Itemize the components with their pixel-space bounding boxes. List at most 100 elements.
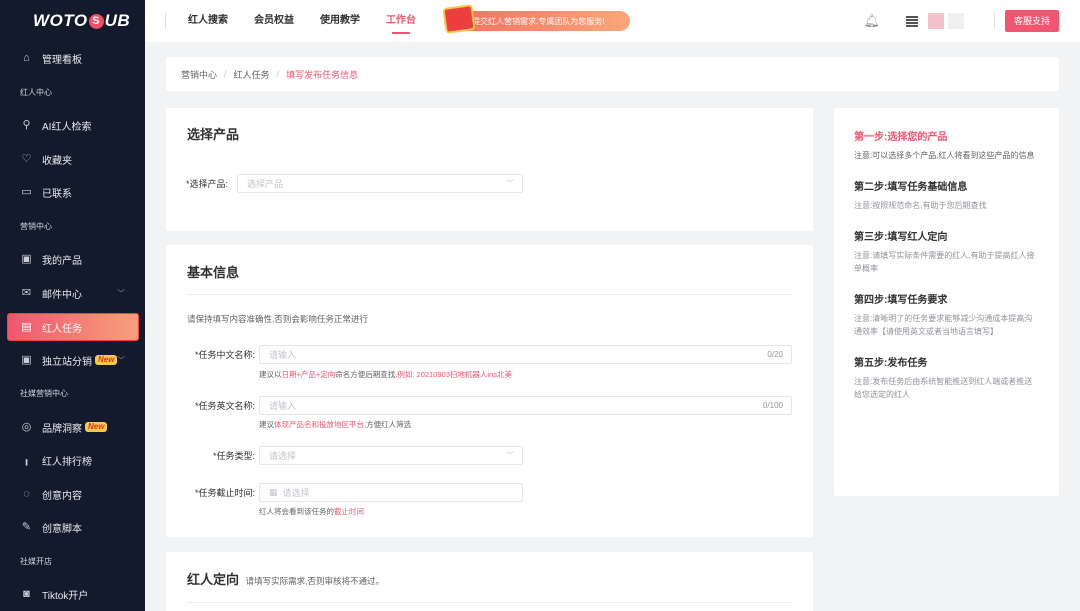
chevron-down-icon: ﹀ [117, 288, 125, 298]
sidebar-item-label: Tiktok开户 [42, 591, 89, 603]
home-icon: ⌂ [23, 52, 30, 65]
promo-banner[interactable]: 提交红人营销需求,专属团队为您服务! [442, 4, 630, 34]
sidebar-item-product[interactable]: ▣ 我的产品 [0, 243, 145, 277]
targeting-title: 红人定向 [187, 572, 240, 587]
cn-name-char-count: 0/20 [767, 350, 783, 359]
task-type-row: *任务类型: [166, 446, 259, 465]
select-product-label: *选择产品: [185, 179, 228, 189]
top-nav: 红人搜索 会员权益 使用教学 工作台 [188, 0, 442, 42]
logo-text-right: UB [104, 11, 131, 30]
cn-name-hint: 建议以日期+产品+定向命名方便后期查找,例如: 20210903扫地机器人ins… [259, 370, 512, 379]
task-type-placeholder: 请选择 [269, 451, 297, 461]
sidebar: WOTO S UB ⌂ 管理看板 红人中心 ⚲ AI红人检索 ♡ 收藏夹 ▭ 已联系 营销中心 ▣ 我的产… [0, 0, 145, 611]
sidebar-item-label: 已联系 [42, 189, 72, 201]
task-type-select[interactable]: 请选择 ﹀ [259, 446, 523, 465]
store-icon: ▣ [21, 353, 32, 366]
chevron-down-icon: ﹀ [117, 355, 125, 365]
sidebar-item-label: AI红人检索 [42, 122, 92, 134]
cn-name-placeholder: 请输入 [269, 350, 297, 360]
pen-icon: ✎ [21, 521, 32, 534]
deadline-label: *任务截止时间: [194, 488, 255, 498]
nav-item[interactable]: 使用教学 [320, 0, 360, 42]
breadcrumb-item-influencer-tasks[interactable]: 红人任务 [234, 68, 270, 81]
sidebar-item-task[interactable]: ▤ 红人任务 [0, 310, 145, 344]
logo-text-left: WOTO [33, 11, 88, 30]
sidebar-item-heart[interactable]: ♡ 收藏夹 [0, 143, 145, 177]
sidebar-item-label: 收藏夹 [42, 155, 72, 167]
username-placeholder[interactable] [947, 13, 964, 29]
step-note: 注意:请填写实际条件需要的红人,有助于提高红人接单概率 [854, 251, 1035, 273]
bell-icon[interactable]: 🔔︎ [863, 13, 880, 29]
avatar[interactable] [927, 13, 944, 29]
product-icon: ▣ [21, 253, 32, 266]
nav-item[interactable]: 会员权益 [254, 0, 294, 42]
select-product-title: 选择产品 [187, 127, 240, 142]
en-name-input[interactable]: 请输入 0/100 [259, 396, 792, 415]
cn-name-input[interactable]: 请输入 0/20 [259, 345, 792, 364]
deadline-placeholder: 请选择 [282, 488, 310, 498]
customer-support-button[interactable]: 客服支持 [1004, 10, 1059, 32]
topbar-divider [165, 13, 166, 29]
task-icon: ▤ [21, 320, 32, 333]
logo-mark: S [88, 13, 104, 29]
nav-item[interactable]: 红人搜索 [188, 0, 228, 42]
sidebar-item-mail[interactable]: ✉ 邮件中心 ﹀ [0, 277, 145, 311]
deadline-hint: 红人将会看到该任务的截止时间 [259, 507, 364, 516]
heart-icon: ♡ [21, 152, 32, 165]
breadcrumb-separator: / [224, 69, 227, 79]
basic-info-card: 基本信息 请保持填写内容准确性,否则会影响任务正常进行 *任务中文名称: 请输入… [166, 245, 813, 537]
breadcrumb-item-marketing-center[interactable]: 营销中心 [181, 68, 217, 81]
select-product-row: *选择产品: [166, 174, 232, 193]
logo[interactable]: WOTO S UB [0, 0, 145, 42]
sidebar-item-home[interactable]: ⌂ 管理看板 [0, 42, 145, 76]
sidebar-item-label: 创意内容 [42, 490, 82, 502]
en-name-hint: 建议体现产品名和投放地区平台,方便红人筛选 [259, 420, 412, 429]
select-product-dropdown[interactable]: 选择产品 ﹀ [237, 174, 523, 193]
insight-icon: ◎ [21, 420, 32, 433]
step-note: 注意:清晰明了的任务要求能够减少沟通成本提高沟通效率【请使用英文或者当地语言填写… [854, 314, 1033, 336]
sidebar-item-user-search[interactable]: ⚲ AI红人检索 [0, 109, 145, 143]
deadline-row: *任务截止时间: [166, 483, 259, 502]
sidebar-item-palette[interactable]: ◌ 创意内容 [0, 478, 145, 512]
breadcrumb-item-current: 填写发布任务信息 [286, 69, 359, 80]
sidebar-item-tiktok[interactable]: ◙ Tiktok开户 [0, 578, 145, 611]
step-note: 注意:按照规范命名,有助于您后期查找 [854, 201, 987, 210]
step-note: 注意:发布任务后由系统智能推送到红人端或者推送给您选定的红人 [854, 377, 1033, 399]
chat-icon: ▭ [21, 186, 32, 199]
sidebar-item-store[interactable]: ▣ 独立站分销 New ﹀ [0, 344, 145, 378]
new-badge: New [85, 422, 108, 433]
sidebar-item-label: 管理看板 [42, 55, 82, 67]
deadline-date-picker[interactable]: ▦ 请选择 [259, 483, 523, 502]
step-note: 注意:可以选择多个产品,红人将看到这些产品的信息 [854, 151, 1035, 160]
step-title: 第五步:发布任务 [854, 358, 928, 369]
en-name-char-count: 0/100 [762, 401, 783, 410]
targeting-title-row: 红人定向 请填写实际需求,否则审核将不通过。 [187, 569, 384, 588]
chevron-down-icon: ﹀ [506, 179, 514, 188]
step-title: 第三步:填写红人定向 [854, 232, 948, 243]
sidebar-item-ranking[interactable]: ╻ 红人排行榜 [0, 444, 145, 478]
sidebar-section-heading: 红人中心 [20, 87, 52, 97]
new-badge: New [95, 355, 118, 366]
sidebar-item-pen[interactable]: ✎ 创意脚本 [0, 511, 145, 545]
chevron-down-icon: ﹀ [506, 451, 514, 460]
topbar-right: 🔔︎ 客服支持 [863, 0, 1080, 42]
qr-code-icon[interactable] [905, 15, 918, 27]
user-search-icon: ⚲ [22, 119, 31, 132]
task-type-label: *任务类型: [212, 451, 255, 461]
sidebar-item-insight[interactable]: ◎ 品牌洞察 New [0, 411, 145, 445]
sidebar-item-label: 我的产品 [42, 256, 82, 268]
cn-name-row: *任务中文名称: [166, 345, 259, 364]
influencer-targeting-card: 红人定向 请填写实际需求,否则审核将不通过。 [166, 552, 813, 611]
step-title: 第二步:填写任务基础信息 [854, 182, 968, 193]
mail-icon: ✉ [21, 286, 32, 299]
sidebar-item-label: 红人任务 [42, 323, 82, 335]
basic-info-title: 基本信息 [187, 265, 240, 280]
step-title: 第四步:填写任务要求 [854, 295, 948, 306]
ranking-icon: ╻ [23, 454, 30, 467]
sidebar-section-heading: 社媒营销中心 [20, 389, 68, 399]
nav-item[interactable]: 工作台 [386, 0, 416, 42]
divider [187, 294, 792, 295]
sidebar-item-chat[interactable]: ▭ 已联系 [0, 176, 145, 210]
breadcrumb-separator: / [276, 69, 280, 79]
en-name-placeholder: 请输入 [269, 401, 297, 411]
